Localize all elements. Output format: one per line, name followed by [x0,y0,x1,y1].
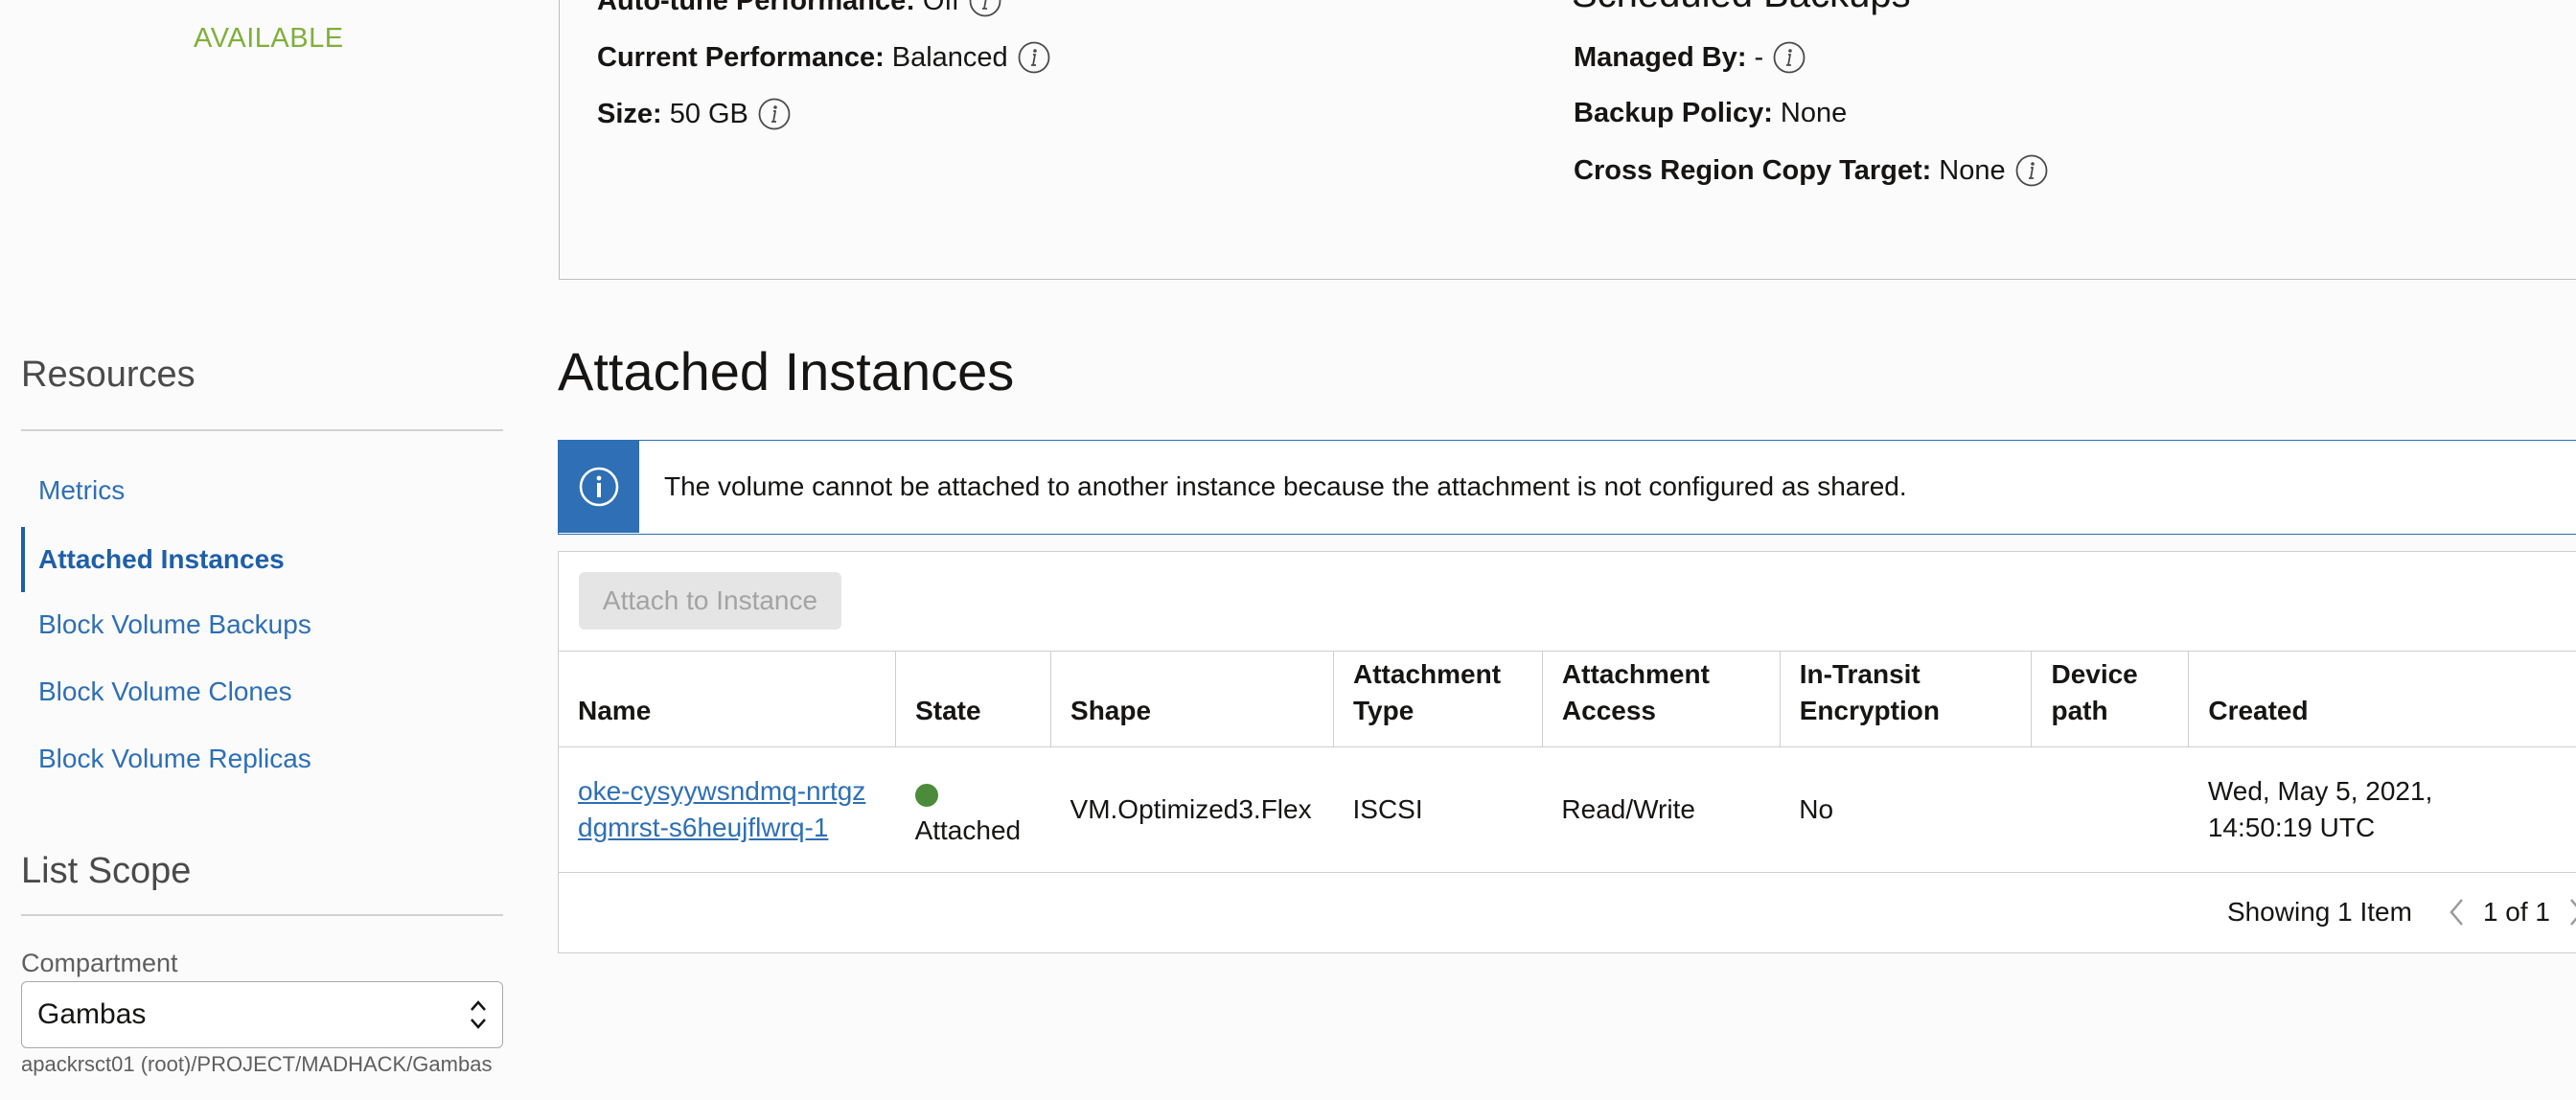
page-title: Attached Instances [558,341,1015,401]
cell-state: Attached [895,746,1051,873]
column-header-shape[interactable]: Shape [1050,651,1334,747]
state-text: Attached [914,815,1022,845]
autotune-label: Auto-tune Performance: [597,0,915,16]
managed-by-value: - [1754,41,1764,73]
banner-icon-box [559,441,639,533]
list-scope-heading: List Scope [21,851,192,891]
info-icon [579,467,619,507]
column-header-attachment-type[interactable]: Attachment Type [1333,651,1543,747]
current-performance-label: Current Performance: [597,41,885,73]
cell-created: Wed, May 5, 2021, 14:50:19 UTC [2188,746,2576,873]
list-scope-divider [21,914,503,916]
autotune-detail: Auto-tune Performance: Off [597,0,1001,17]
column-header-created[interactable]: Created [2188,651,2576,747]
info-icon[interactable] [758,98,791,130]
scheduled-backups-heading: Scheduled Backups [1572,0,1911,16]
backup-policy-label: Backup Policy: [1574,98,1773,128]
sidebar-item-block-volume-backups[interactable]: Block Volume Backups [21,600,503,650]
cross-region-value: None [1939,154,2006,186]
size-detail: Size: 50 GB [597,98,791,130]
chevron-left-icon[interactable] [2445,895,2470,929]
sidebar-item-block-volume-replicas[interactable]: Block Volume Replicas [21,734,503,784]
instance-name-link[interactable]: oke-cysyywsndmq-nrtgz dgmrst-s6heujflwrq-… [578,776,865,842]
lifecycle-status: AVAILABLE [194,23,344,54]
chevron-right-icon[interactable] [2564,895,2576,929]
sidebar-item-attached-instances[interactable]: Attached Instances [21,535,503,584]
cross-region-label: Cross Region Copy Target: [1574,154,1932,186]
backup-policy-value: None [1780,98,1848,128]
current-performance-detail: Current Performance: Balanced [597,41,1050,74]
cell-device-path [2031,746,2189,873]
backup-policy-detail: Backup Policy: None [1574,98,1847,129]
page-indicator: 1 of 1 [2482,897,2550,927]
managed-by-label: Managed By: [1574,41,1747,73]
info-banner: The volume cannot be attached to another… [558,440,2576,535]
banner-message: The volume cannot be attached to another… [664,471,1907,501]
cell-attachment-access: Read/Write [1542,746,1781,873]
compartment-select[interactable]: Gambas [21,981,503,1048]
resources-heading: Resources [21,355,196,395]
column-header-in-transit-encryption[interactable]: In-Transit Encryption [1780,651,2033,747]
cell-name: oke-cysyywsndmq-nrtgz dgmrst-s6heujflwrq-… [559,746,896,873]
current-performance-value: Balanced [891,41,1008,73]
sidebar-item-metrics[interactable]: Metrics [21,466,503,516]
compartment-path: apackrsct01 (root)/PROJECT/MADHACK/Gamba… [21,1052,493,1076]
select-arrows-icon [471,1000,486,1029]
info-icon[interactable] [969,0,1001,17]
cross-region-detail: Cross Region Copy Target: None [1574,154,2048,187]
column-header-device-path[interactable]: Device path [2031,651,2190,747]
info-icon[interactable] [1018,41,1050,74]
info-icon[interactable] [2015,154,2048,187]
size-label: Size: [597,98,662,129]
size-value: 50 GB [669,98,748,129]
sidebar-item-block-volume-clones[interactable]: Block Volume Clones [21,667,503,717]
cell-shape: VM.Optimized3.Flex [1050,746,1334,873]
table-header-row: Name State Shape Attachment Type Attachme… [559,651,2576,747]
info-icon[interactable] [1773,41,1806,74]
column-header-state[interactable]: State [895,651,1052,747]
resources-divider [21,429,503,431]
attached-instances-table: Name State Shape Attachment Type Attachme… [559,651,2576,873]
row-actions-kebab-icon[interactable] [2569,790,2576,828]
compartment-value: Gambas [37,998,147,1030]
column-header-name[interactable]: Name [559,651,897,747]
state-attached-icon [914,784,938,807]
managed-by-detail: Managed By: - [1574,41,1806,74]
autotune-value: Off [922,0,960,16]
column-header-attachment-access[interactable]: Attachment Access [1542,651,1781,747]
attach-to-instance-button[interactable]: Attach to Instance [579,572,841,630]
table-row: oke-cysyywsndmq-nrtgz dgmrst-s6heujflwrq-… [559,746,2576,873]
compartment-label: Compartment [21,949,178,977]
showing-count: Showing 1 Item [2226,897,2412,927]
cell-attachment-type: ISCSI [1333,746,1543,873]
attached-instances-panel: Attach to Instance Name State Shape Atta… [558,551,2576,953]
pagination: Showing 1 Item 1 of 1 [2227,891,2576,933]
cell-in-transit-encryption: No [1780,746,2032,873]
